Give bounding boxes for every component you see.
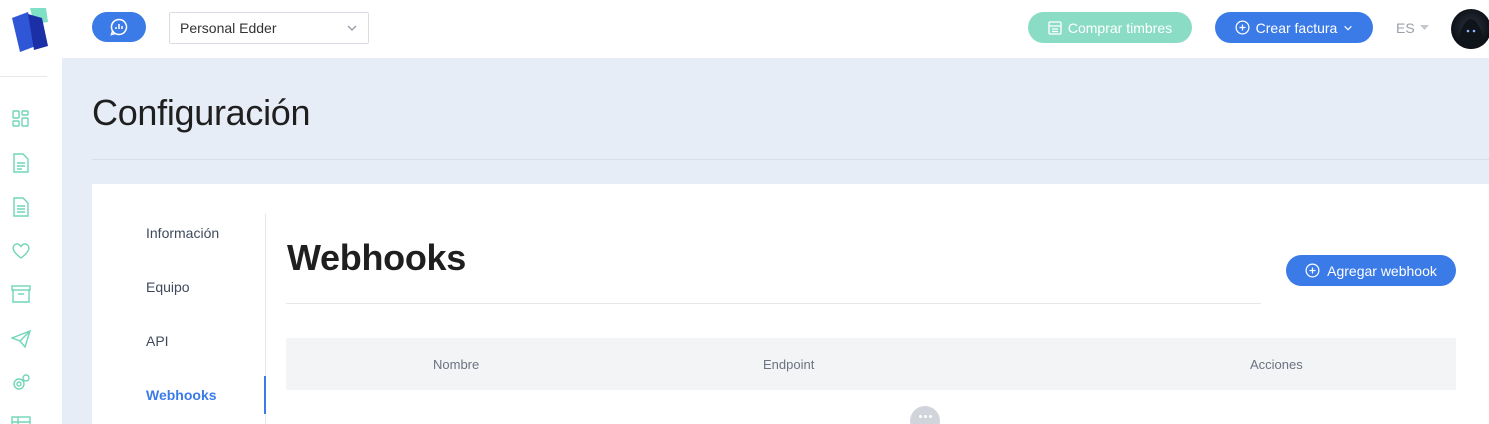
sidebar bbox=[0, 0, 62, 424]
active-nav-indicator bbox=[264, 376, 266, 414]
section-divider bbox=[286, 303, 1261, 304]
settings-nav-item-webhooks[interactable]: Webhooks bbox=[146, 387, 217, 403]
create-invoice-label: Crear factura bbox=[1255, 19, 1338, 36]
user-avatar[interactable] bbox=[1451, 9, 1489, 49]
add-webhook-label: Agregar webhook bbox=[1327, 262, 1437, 279]
table-icon[interactable] bbox=[10, 414, 32, 424]
top-bar: Personal Edder Comprar timbres Crear fac… bbox=[62, 0, 1489, 59]
settings-nav-item-informacion[interactable]: Información bbox=[146, 225, 219, 241]
buy-stamps-label: Comprar timbres bbox=[1067, 19, 1173, 36]
invoice-icon[interactable] bbox=[10, 196, 32, 218]
app-logo[interactable] bbox=[8, 6, 52, 52]
chevron-down-icon bbox=[1344, 25, 1353, 31]
plus-circle-icon bbox=[1235, 20, 1250, 35]
column-header-endpoint[interactable]: Endpoint bbox=[763, 357, 814, 372]
settings-card: Información Equipo API Webhooks Webhooks… bbox=[92, 184, 1489, 424]
column-header-nombre[interactable]: Nombre bbox=[433, 357, 479, 372]
settings-nav-item-api[interactable]: API bbox=[146, 333, 169, 349]
archive-icon[interactable] bbox=[10, 283, 32, 305]
settings-nav: Información Equipo API Webhooks bbox=[92, 214, 266, 424]
chevron-down-icon bbox=[347, 25, 357, 31]
heart-icon[interactable] bbox=[10, 240, 32, 262]
caret-down-icon bbox=[1419, 25, 1429, 30]
create-invoice-button[interactable]: Crear factura bbox=[1215, 12, 1373, 43]
plus-circle-icon bbox=[1305, 263, 1320, 278]
chat-chart-icon bbox=[110, 18, 128, 36]
send-icon[interactable] bbox=[10, 328, 32, 350]
add-webhook-button[interactable]: Agregar webhook bbox=[1286, 255, 1456, 286]
sidebar-divider bbox=[0, 76, 47, 77]
page-divider bbox=[92, 159, 1489, 160]
webhooks-table-header: Nombre Endpoint Acciones bbox=[286, 338, 1456, 390]
section-title: Webhooks bbox=[287, 237, 466, 278]
account-select-value: Personal Edder bbox=[180, 20, 277, 36]
language-selector[interactable]: ES bbox=[1396, 20, 1429, 36]
settings-icon[interactable] bbox=[10, 372, 32, 394]
document-icon[interactable] bbox=[10, 152, 32, 174]
reports-button[interactable] bbox=[92, 12, 146, 42]
dashboard-icon[interactable] bbox=[10, 108, 32, 130]
loading-indicator bbox=[910, 406, 940, 424]
column-header-acciones[interactable]: Acciones bbox=[1250, 357, 1303, 372]
page-title: Configuración bbox=[92, 92, 311, 133]
language-label: ES bbox=[1396, 20, 1415, 36]
stamp-icon bbox=[1048, 20, 1062, 35]
buy-stamps-button[interactable]: Comprar timbres bbox=[1028, 12, 1192, 43]
settings-nav-item-equipo[interactable]: Equipo bbox=[146, 279, 190, 295]
account-select[interactable]: Personal Edder bbox=[169, 12, 369, 44]
